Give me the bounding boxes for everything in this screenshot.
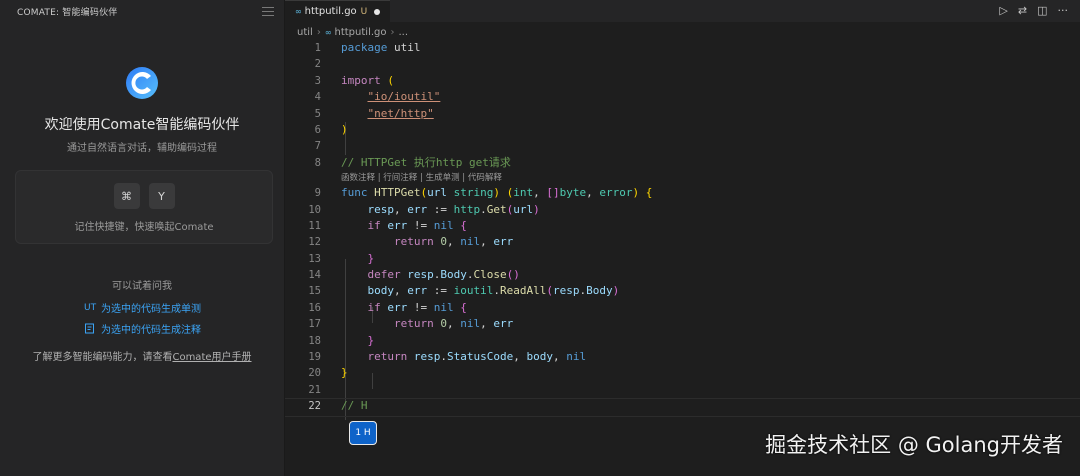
welcome-title: 欢迎使用Comate智能编码伙伴 bbox=[44, 117, 240, 133]
code-line: 1 package util bbox=[314, 41, 421, 54]
user-manual-link[interactable]: Comate用户手册 bbox=[172, 352, 251, 363]
code-line: 3 import ( bbox=[314, 73, 394, 87]
completion-suggestion-badge[interactable]: 1 H bbox=[349, 421, 377, 445]
code-line: 6) bbox=[314, 122, 348, 136]
code-line: 20} bbox=[308, 366, 348, 380]
note-icon bbox=[85, 323, 94, 334]
command-key: ⌘ bbox=[113, 183, 140, 209]
tab-label: httputil.go bbox=[304, 6, 357, 17]
go-file-icon: ∞ bbox=[324, 27, 332, 37]
generate-comment-label: 为选中的代码生成注释 bbox=[101, 325, 201, 336]
run-icon[interactable]: ▷ bbox=[999, 4, 1007, 18]
code-line: 19 return resp.StatusCode, body, nil bbox=[308, 350, 587, 364]
breadcrumb-symbol[interactable]: ... bbox=[399, 27, 409, 38]
tab-bar: ∞ httputil.go U ▷ ⇄ ◫ ··· bbox=[285, 0, 1080, 22]
tab-httputil[interactable]: ∞ httputil.go U bbox=[285, 0, 391, 22]
breadcrumb-folder[interactable]: util bbox=[297, 27, 313, 38]
untracked-status: U bbox=[360, 6, 368, 17]
chevron-right-icon: › bbox=[390, 26, 395, 38]
code-line: 5 "net/http" bbox=[314, 106, 434, 120]
code-line: 21 bbox=[308, 383, 321, 396]
y-key: Y bbox=[148, 183, 175, 209]
code-line: 7 bbox=[314, 140, 321, 153]
code-line: 17 return 0, nil, err bbox=[308, 317, 514, 331]
more-actions-icon[interactable]: ··· bbox=[1058, 4, 1069, 18]
more-info: 了解更多智能编码能力，请查看Comate用户手册 bbox=[0, 348, 284, 363]
code-line: 2 bbox=[314, 58, 321, 71]
generate-unit-test-link[interactable]: UT 为选中的代码生成单测 bbox=[84, 300, 201, 316]
code-line: 16 if err != nil { bbox=[308, 300, 467, 314]
watermark: 掘金技术社区 @ Golang开发者 bbox=[765, 433, 1063, 457]
unsaved-dot-icon[interactable] bbox=[374, 8, 381, 15]
code-line-current[interactable]: 22// H bbox=[285, 398, 1080, 417]
code-line: 8// HTTPGet 执行http get请求 bbox=[314, 155, 511, 169]
chevron-right-icon: › bbox=[316, 26, 321, 38]
menu-icon[interactable] bbox=[262, 6, 274, 16]
shortcut-card: ⌘ Y 记住快捷键，快速唤起Comate bbox=[15, 170, 273, 244]
comate-logo-icon bbox=[126, 67, 158, 99]
code-line: 9 func HTTPGet(url string) (int, []byte, … bbox=[314, 186, 653, 200]
more-info-text: 了解更多智能编码能力，请查看 bbox=[32, 352, 173, 363]
try-asking-title: 可以试着问我 bbox=[112, 281, 172, 292]
code-line: 4 "io/ioutil" bbox=[314, 90, 441, 104]
breadcrumb: util › ∞ httputil.go › ... bbox=[285, 22, 1080, 42]
compare-changes-icon[interactable]: ⇄ bbox=[1018, 4, 1027, 18]
codelens-explain-code[interactable]: 代码解释 bbox=[468, 173, 502, 183]
breadcrumb-file[interactable]: httputil.go bbox=[335, 27, 387, 38]
code-editor: ∞ httputil.go U ▷ ⇄ ◫ ··· util › ∞ httpu… bbox=[285, 0, 1080, 476]
sidebar-header: COMATE: 智能编码伙伴 bbox=[0, 0, 284, 22]
shortcut-hint: 记住快捷键，快速唤起Comate bbox=[74, 222, 214, 233]
unit-test-icon: UT bbox=[84, 302, 97, 313]
code-area[interactable]: 1 package util 2 3 import ( 4 "io/ioutil" … bbox=[285, 40, 1080, 420]
generate-unit-test-label: 为选中的代码生成单测 bbox=[101, 304, 201, 315]
codelens-function-comment[interactable]: 函数注释 bbox=[341, 173, 375, 183]
code-line: 13 } bbox=[308, 251, 375, 265]
generate-comment-link[interactable]: 为选中的代码生成注释 bbox=[84, 321, 201, 336]
code-line: 11 if err != nil { bbox=[308, 218, 467, 232]
sidebar-title: COMATE: 智能编码伙伴 bbox=[17, 7, 118, 18]
comate-sidebar: COMATE: 智能编码伙伴 欢迎使用Comate智能编码伙伴 通过自然语言对话… bbox=[0, 0, 285, 476]
codelens-inline-comment[interactable]: 行间注释 bbox=[383, 173, 417, 183]
go-file-icon: ∞ bbox=[295, 7, 302, 16]
code-line: 14 defer resp.Body.Close() bbox=[308, 268, 520, 282]
welcome-subtitle: 通过自然语言对话，辅助编码过程 bbox=[67, 143, 217, 154]
codelens-generate-test[interactable]: 生成单测 bbox=[426, 173, 460, 183]
code-line: 15 body, err := ioutil.ReadAll(resp.Body… bbox=[308, 284, 620, 298]
split-editor-icon[interactable]: ◫ bbox=[1037, 4, 1047, 18]
code-line: 12 return 0, nil, err bbox=[308, 235, 514, 249]
code-line: 18 } bbox=[308, 333, 375, 347]
code-line: 10 resp, err := http.Get(url) bbox=[308, 202, 540, 216]
codelens-actions: 函数注释 | 行间注释 | 生成单测 | 代码解释 bbox=[341, 173, 502, 184]
